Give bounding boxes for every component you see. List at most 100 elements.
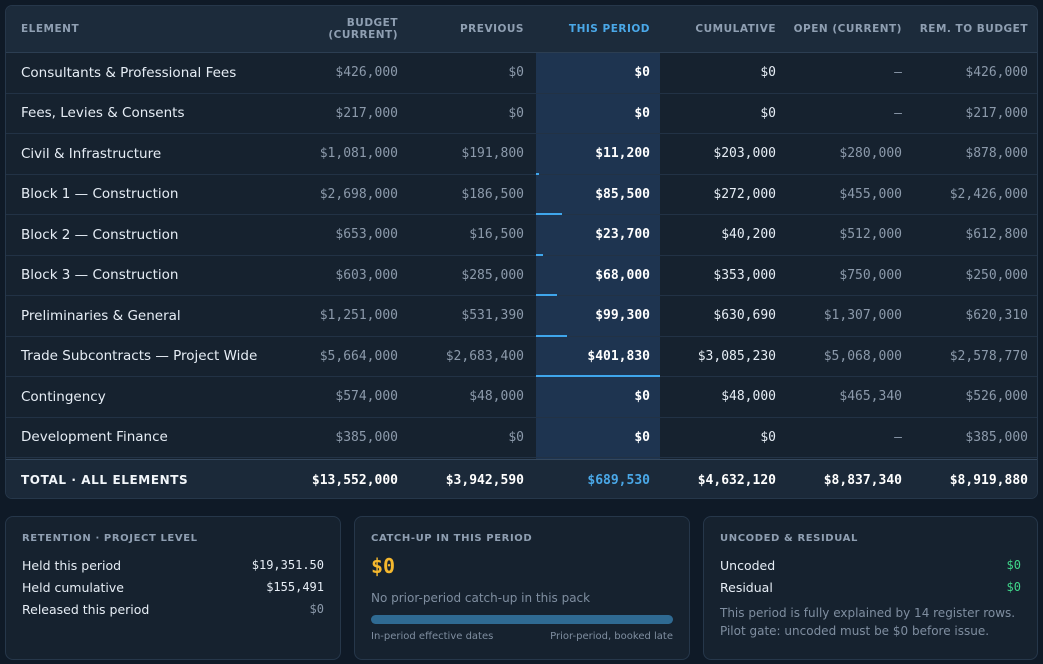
- row-this-period: $68,000: [595, 267, 650, 283]
- header-element[interactable]: ELEMENT: [21, 6, 301, 52]
- row-cumulative: $272,000: [713, 186, 776, 202]
- row-this-period: $11,200: [595, 146, 650, 162]
- catchup-title: CATCH-UP IN THIS PERIOD: [371, 533, 533, 544]
- row-element-name: Block 3 — Construction: [21, 267, 179, 284]
- retention-label: Held cumulative: [22, 579, 124, 595]
- uncoded-title: UNCODED & RESIDUAL: [720, 533, 858, 544]
- residual-value: $0: [1006, 580, 1021, 594]
- row-open: $455,000: [839, 186, 902, 202]
- row-cumulative: $0: [760, 65, 776, 81]
- row-this-period: $401,830: [587, 348, 650, 364]
- total-remaining: $8,919,880: [949, 472, 1028, 488]
- table-row[interactable]: Development Finance $385,000 $0 $0 $0 — $385,0…: [6, 418, 1037, 458]
- row-this-period: $0: [634, 105, 650, 121]
- cost-report-table: ELEMENT BUDGET (CURRENT) PREVIOUS THIS PE…: [5, 5, 1038, 499]
- retention-value: $19,351.50: [251, 558, 324, 572]
- row-element-name: Trade Subcontracts — Project Wide: [21, 348, 258, 365]
- header-cumulative[interactable]: CUMULATIVE: [661, 6, 776, 52]
- row-element-name: Fees, Levies & Consents: [21, 105, 185, 122]
- row-remaining: $250,000: [965, 267, 1028, 283]
- row-open: —: [894, 429, 902, 445]
- row-remaining: $612,800: [965, 227, 1028, 243]
- table-row[interactable]: Civil & Infrastructure $1,081,000 $191,800…: [6, 134, 1037, 175]
- catchup-note: No prior-period catch-up in this pack: [371, 591, 591, 605]
- row-budget: $653,000: [335, 227, 398, 243]
- row-open: $465,340: [839, 389, 902, 405]
- this-period-share-bar: [536, 172, 539, 175]
- row-previous: $2,683,400: [445, 348, 524, 364]
- header-budget-line1: BUDGET: [346, 17, 398, 29]
- row-previous: $16,500: [469, 227, 524, 243]
- row-element-name: Development Finance: [21, 429, 168, 446]
- retention-card: RETENTION · PROJECT LEVEL Held this peri…: [5, 516, 341, 660]
- table-row[interactable]: Preliminaries & General $1,251,000 $531,39…: [6, 296, 1037, 337]
- row-remaining: $2,426,000: [949, 186, 1028, 202]
- table-row[interactable]: Consultants & Professional Fees $426,000 $…: [6, 53, 1037, 94]
- row-budget: $1,251,000: [319, 308, 398, 324]
- row-previous: $191,800: [461, 146, 524, 162]
- row-previous: $48,000: [469, 389, 524, 405]
- catchup-card: CATCH-UP IN THIS PERIOD $0 No prior-peri…: [354, 516, 690, 660]
- retention-item: Held this period $19,351.50: [22, 554, 324, 576]
- row-remaining: $2,578,770: [949, 348, 1028, 364]
- header-remaining[interactable]: REM. TO BUDGET: [911, 6, 1028, 52]
- table-row[interactable]: Contingency $574,000 $48,000 $0 $48,000 $465,…: [6, 377, 1037, 418]
- table-row[interactable]: Trade Subcontracts — Project Wide $5,664,…: [6, 337, 1037, 377]
- header-budget[interactable]: BUDGET (CURRENT): [266, 6, 398, 52]
- row-open: $280,000: [839, 146, 902, 162]
- row-remaining: $620,310: [965, 308, 1028, 324]
- table-row[interactable]: Fees, Levies & Consents $217,000 $0 $0 $0 — $2…: [6, 94, 1037, 134]
- row-budget: $574,000: [335, 389, 398, 405]
- table-row[interactable]: Block 1 — Construction $2,698,000 $186,500…: [6, 175, 1037, 215]
- row-remaining: $426,000: [965, 65, 1028, 81]
- row-budget: $217,000: [335, 105, 398, 121]
- retention-value: $0: [309, 602, 324, 616]
- row-remaining: $526,000: [965, 389, 1028, 405]
- retention-label: Released this period: [22, 601, 150, 617]
- total-this-period: $689,530: [587, 472, 650, 488]
- row-cumulative: $0: [760, 105, 776, 121]
- row-element-name: Block 1 — Construction: [21, 186, 179, 203]
- row-open: —: [894, 65, 902, 81]
- catchup-progress-bar: [371, 615, 673, 624]
- total-budget: $13,552,000: [311, 472, 398, 488]
- header-previous[interactable]: PREVIOUS: [406, 6, 524, 52]
- total-previous: $3,942,590: [445, 472, 524, 488]
- explanation-line: Pilot gate: uncoded must be $0 before is…: [720, 624, 990, 638]
- residual-label: Residual: [720, 579, 773, 595]
- header-open[interactable]: OPEN (CURRENT): [786, 6, 902, 52]
- legend-prior-period: Prior-period, booked late: [550, 631, 673, 642]
- table-header: ELEMENT BUDGET (CURRENT) PREVIOUS THIS PE…: [6, 6, 1037, 53]
- row-previous: $186,500: [461, 186, 524, 202]
- row-cumulative: $630,690: [713, 308, 776, 324]
- this-period-share-bar: [536, 213, 562, 215]
- catchup-amount: $0: [371, 554, 396, 578]
- total-label: TOTAL · ALL ELEMENTS: [21, 473, 189, 487]
- row-open: $750,000: [839, 267, 902, 283]
- retention-value: $155,491: [266, 580, 324, 594]
- uncoded-value: $0: [1006, 558, 1021, 572]
- row-element-name: Block 2 — Construction: [21, 226, 179, 243]
- row-budget: $385,000: [335, 429, 398, 445]
- row-budget: $1,081,000: [319, 146, 398, 162]
- total-cumulative: $4,632,120: [697, 472, 776, 488]
- header-this-period[interactable]: THIS PERIOD: [536, 6, 650, 52]
- row-cumulative: $3,085,230: [697, 348, 776, 364]
- uncoded-card: UNCODED & RESIDUAL Uncoded $0 Residual $…: [703, 516, 1038, 660]
- row-this-period: $0: [634, 429, 650, 445]
- row-element-name: Civil & Infrastructure: [21, 145, 162, 162]
- this-period-share-bar: [536, 375, 660, 377]
- row-open: $512,000: [839, 227, 902, 243]
- this-period-share-bar: [536, 334, 567, 337]
- row-element-name: Consultants & Professional Fees: [21, 64, 237, 81]
- table-row[interactable]: Block 3 — Construction $603,000 $285,000 $6…: [6, 256, 1037, 296]
- row-cumulative: $0: [760, 429, 776, 445]
- row-cumulative: $203,000: [713, 146, 776, 162]
- row-remaining: $217,000: [965, 105, 1028, 121]
- this-period-share-bar: [536, 253, 543, 256]
- row-previous: $0: [508, 105, 524, 121]
- row-previous: $531,390: [461, 308, 524, 324]
- row-element-name: Contingency: [21, 388, 106, 405]
- catchup-legend: In-period effective dates Prior-period, …: [371, 631, 673, 642]
- table-row[interactable]: Block 2 — Construction $653,000 $16,500 $23…: [6, 215, 1037, 256]
